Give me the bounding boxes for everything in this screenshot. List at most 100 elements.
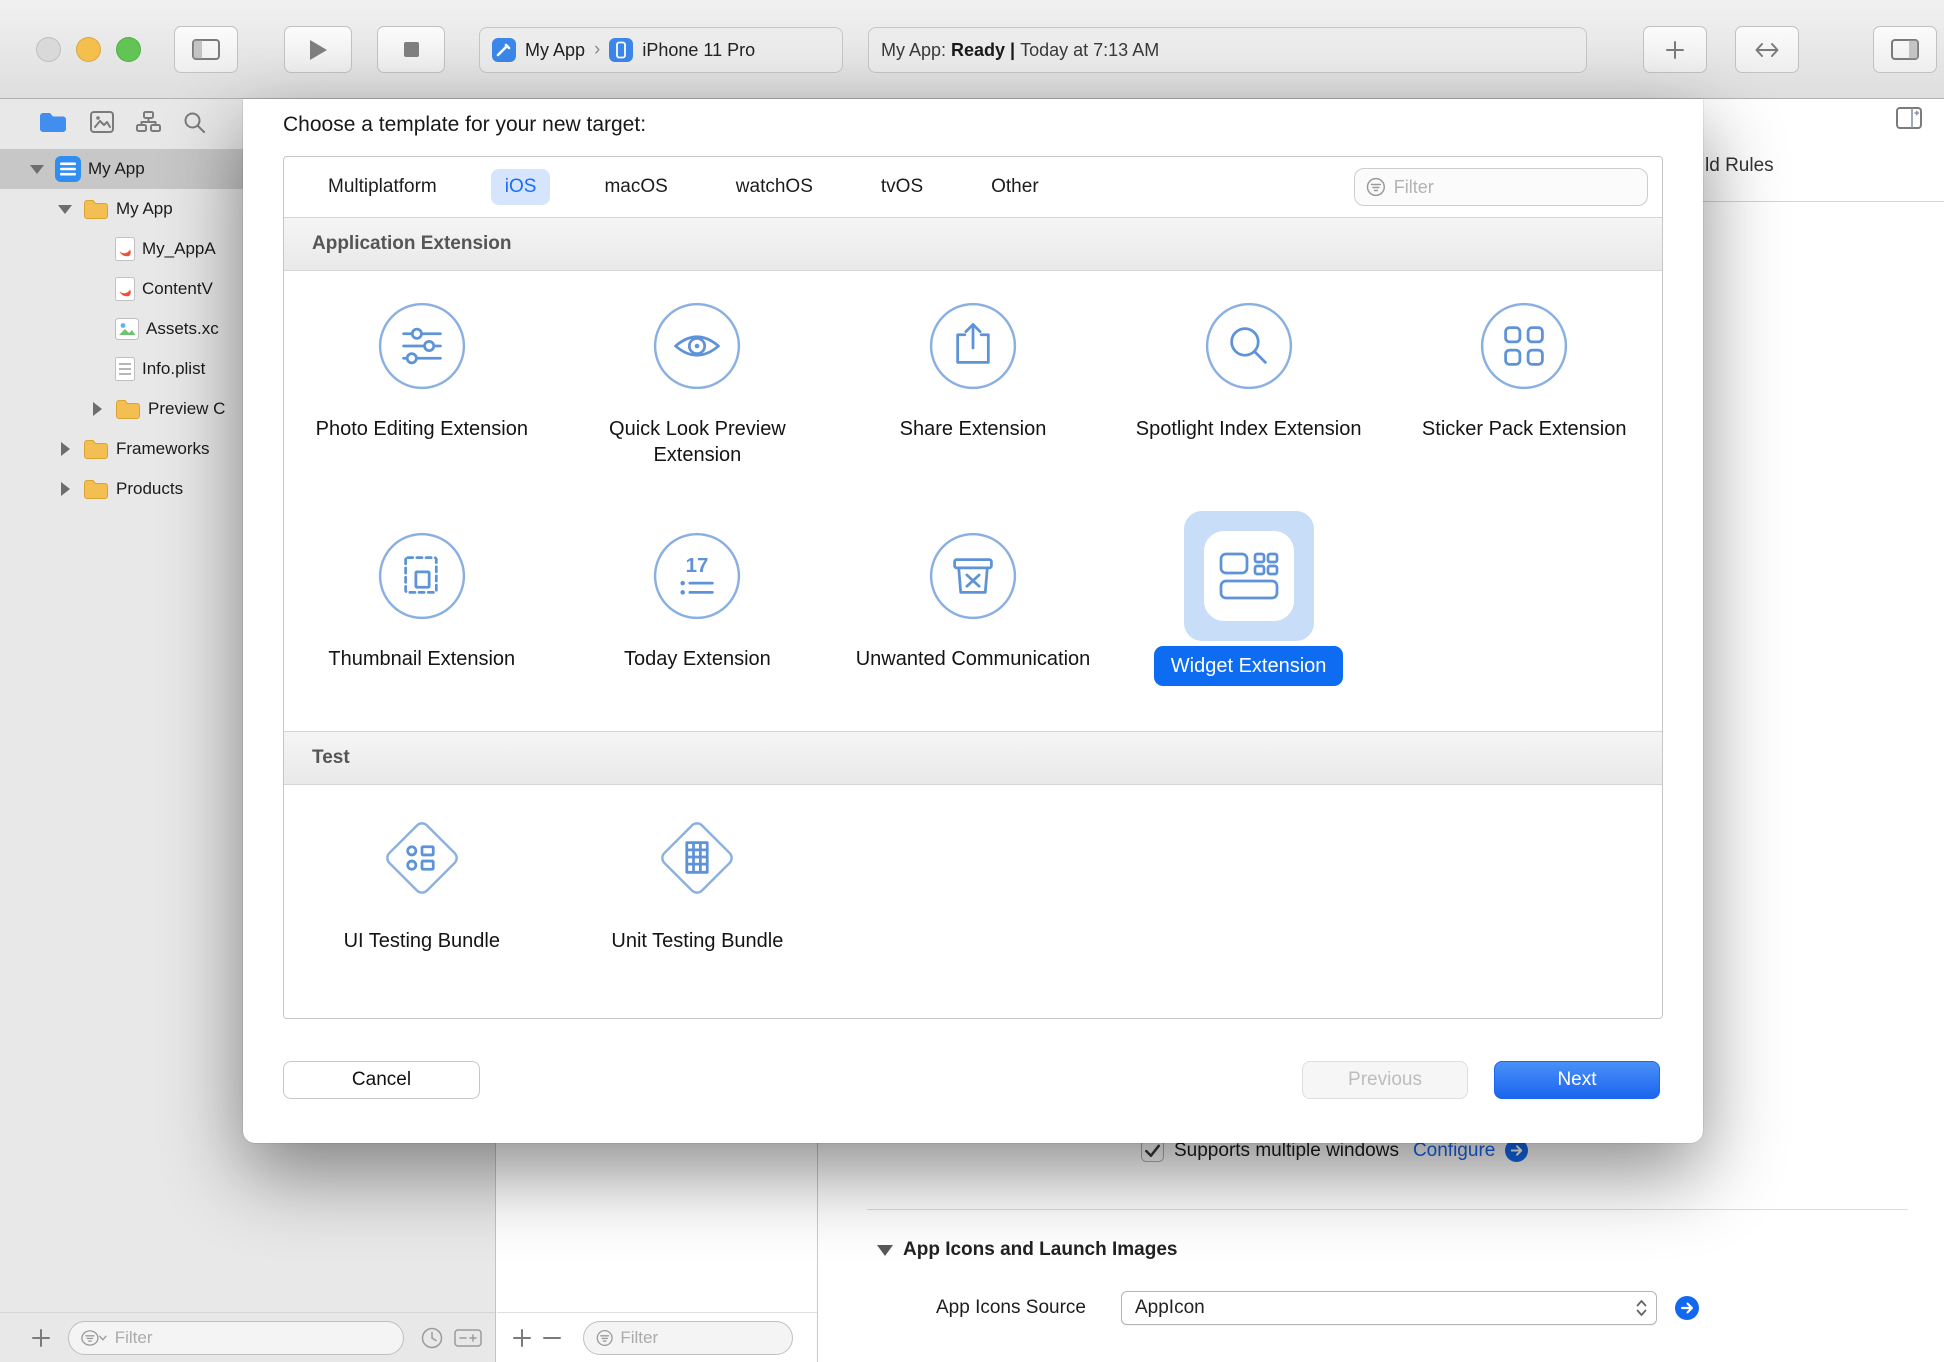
- template-unwanted-communication[interactable]: Unwanted Communication: [835, 501, 1111, 731]
- template-quick-look-preview-extension[interactable]: Quick Look Preview Extension: [560, 271, 836, 501]
- tab-build-rules-partial[interactable]: ld Rules: [1705, 155, 1774, 177]
- add-item-icon[interactable]: [30, 1327, 52, 1349]
- disclosure-open-icon[interactable]: [54, 205, 76, 214]
- template-label: Spotlight Index Extension: [1136, 416, 1362, 442]
- navigator-filter-field[interactable]: [68, 1321, 404, 1355]
- toggle-right-inspector-button[interactable]: [1873, 26, 1937, 73]
- eye-icon: [632, 281, 762, 411]
- stop-button[interactable]: [377, 26, 445, 73]
- navigator-tab-hierarchy[interactable]: [136, 111, 161, 133]
- app-icons-source-label: App Icons Source: [936, 1297, 1086, 1319]
- stop-icon: [403, 41, 420, 58]
- template-share-extension[interactable]: Share Extension: [835, 271, 1111, 501]
- scm-status-filter-icon[interactable]: [454, 1327, 482, 1349]
- disclosure-open-icon[interactable]: [26, 165, 48, 174]
- remove-icon[interactable]: [541, 1327, 563, 1349]
- tab-macos[interactable]: macOS: [590, 169, 681, 205]
- ui-testing-diamond-icon: [357, 793, 487, 923]
- section-header-test: Test: [284, 731, 1662, 785]
- add-icon[interactable]: [511, 1327, 533, 1349]
- outline-filter-input[interactable]: [620, 1328, 780, 1348]
- tab-ios[interactable]: iOS: [491, 169, 551, 205]
- empty-grid-cell: [1111, 785, 1387, 1018]
- xcode-project-icon: [492, 38, 516, 62]
- new-target-template-sheet: Choose a template for your new target: M…: [243, 99, 1703, 1143]
- scheme-selector[interactable]: My App › iPhone 11 Pro: [479, 27, 843, 73]
- template-unit-testing-bundle[interactable]: Unit Testing Bundle: [560, 785, 836, 1018]
- navigator-tab-photos[interactable]: [90, 111, 114, 133]
- tree-label: My App: [116, 199, 173, 219]
- template-filter-input[interactable]: [1394, 177, 1636, 198]
- xcode-window: My App › iPhone 11 Pro My App: Ready | T…: [0, 0, 1944, 1362]
- back-forward-arrows-icon: [1753, 40, 1781, 60]
- tree-label: Frameworks: [116, 439, 210, 459]
- template-label: Quick Look Preview Extension: [580, 416, 815, 468]
- template-sticker-pack-extension[interactable]: Sticker Pack Extension: [1386, 271, 1662, 501]
- tree-label: Assets.xc: [146, 319, 219, 339]
- template-today-extension[interactable]: 17 Today Extension: [560, 501, 836, 731]
- recent-files-clock-icon[interactable]: [420, 1326, 444, 1350]
- editor-arrows-button[interactable]: [1735, 26, 1799, 73]
- outline-filter-field[interactable]: [583, 1321, 793, 1355]
- disclosure-closed-icon[interactable]: [54, 482, 76, 496]
- previous-button[interactable]: Previous: [1302, 1061, 1468, 1099]
- template-label: Unwanted Communication: [856, 646, 1091, 672]
- template-ui-testing-bundle[interactable]: UI Testing Bundle: [284, 785, 560, 1018]
- toggle-left-sidebar-button[interactable]: [174, 26, 238, 73]
- disclosure-closed-icon[interactable]: [54, 442, 76, 456]
- traffic-zoom-button[interactable]: [116, 37, 141, 62]
- tree-label: Info.plist: [142, 359, 205, 379]
- tab-multiplatform[interactable]: Multiplatform: [314, 169, 451, 205]
- search-icon: [183, 111, 206, 134]
- navigator-filter-input[interactable]: [115, 1328, 391, 1348]
- play-icon: [308, 39, 328, 61]
- disclosure-closed-icon[interactable]: [86, 402, 108, 416]
- blocked-tray-icon: [908, 511, 1038, 641]
- hierarchy-icon: [136, 111, 161, 133]
- app-icons-source-dropdown[interactable]: AppIcon: [1121, 1291, 1657, 1325]
- cancel-button[interactable]: Cancel: [283, 1061, 480, 1099]
- plus-icon: [1665, 40, 1685, 60]
- add-editor-icon[interactable]: [1896, 107, 1922, 129]
- template-spotlight-index-extension[interactable]: Spotlight Index Extension: [1111, 271, 1387, 501]
- widget-icon: [1184, 511, 1314, 641]
- section-disclosure-icon[interactable]: [877, 1245, 893, 1256]
- library-add-button[interactable]: [1643, 26, 1707, 73]
- section-title: Test: [312, 747, 350, 769]
- navigator-tab-project[interactable]: [38, 111, 68, 134]
- scheme-app-name: My App: [525, 40, 585, 61]
- status-time: Today at 7:13 AM: [1020, 40, 1159, 60]
- app-icons-source-value: AppIcon: [1135, 1297, 1205, 1319]
- asset-catalog-icon: [115, 318, 139, 340]
- tab-tvos[interactable]: tvOS: [867, 169, 937, 205]
- template-filter-field[interactable]: [1354, 168, 1648, 206]
- template-label: Today Extension: [624, 646, 771, 672]
- test-grid: UI Testing Bundle: [284, 785, 1662, 1018]
- traffic-close-button[interactable]: [36, 37, 61, 62]
- template-thumbnail-extension[interactable]: Thumbnail Extension: [284, 501, 560, 731]
- stickers-icon: [1459, 281, 1589, 411]
- template-photo-editing-extension[interactable]: Photo Editing Extension: [284, 271, 560, 501]
- folder-icon: [83, 479, 109, 500]
- tree-label: ContentV: [142, 279, 213, 299]
- template-widget-extension[interactable]: Widget Extension: [1111, 501, 1387, 731]
- filter-icon: [81, 1329, 108, 1347]
- section-divider: [867, 1209, 1908, 1210]
- next-button[interactable]: Next: [1494, 1061, 1660, 1099]
- template-label: Thumbnail Extension: [328, 646, 515, 672]
- plist-file-icon: [115, 357, 135, 381]
- tab-other[interactable]: Other: [977, 169, 1053, 205]
- tab-watchos[interactable]: watchOS: [722, 169, 827, 205]
- tree-label: Preview C: [148, 399, 225, 419]
- status-app-name: My App:: [881, 40, 951, 60]
- run-button[interactable]: [284, 26, 352, 73]
- navigator-tab-search[interactable]: [183, 111, 206, 134]
- status-text: My App: Ready | Today at 7:13 AM: [881, 40, 1159, 61]
- activity-status-bar[interactable]: My App: Ready | Today at 7:13 AM: [868, 27, 1587, 73]
- sheet-title: Choose a template for your new target:: [283, 113, 646, 137]
- navigator-filter-bar: [0, 1312, 495, 1362]
- app-icons-section-header: App Icons and Launch Images: [877, 1239, 1178, 1261]
- traffic-minimize-button[interactable]: [76, 37, 101, 62]
- arrow-circle-icon[interactable]: [1675, 1296, 1699, 1320]
- application-extension-grid: Photo Editing Extension Quick Look Previ…: [284, 271, 1662, 731]
